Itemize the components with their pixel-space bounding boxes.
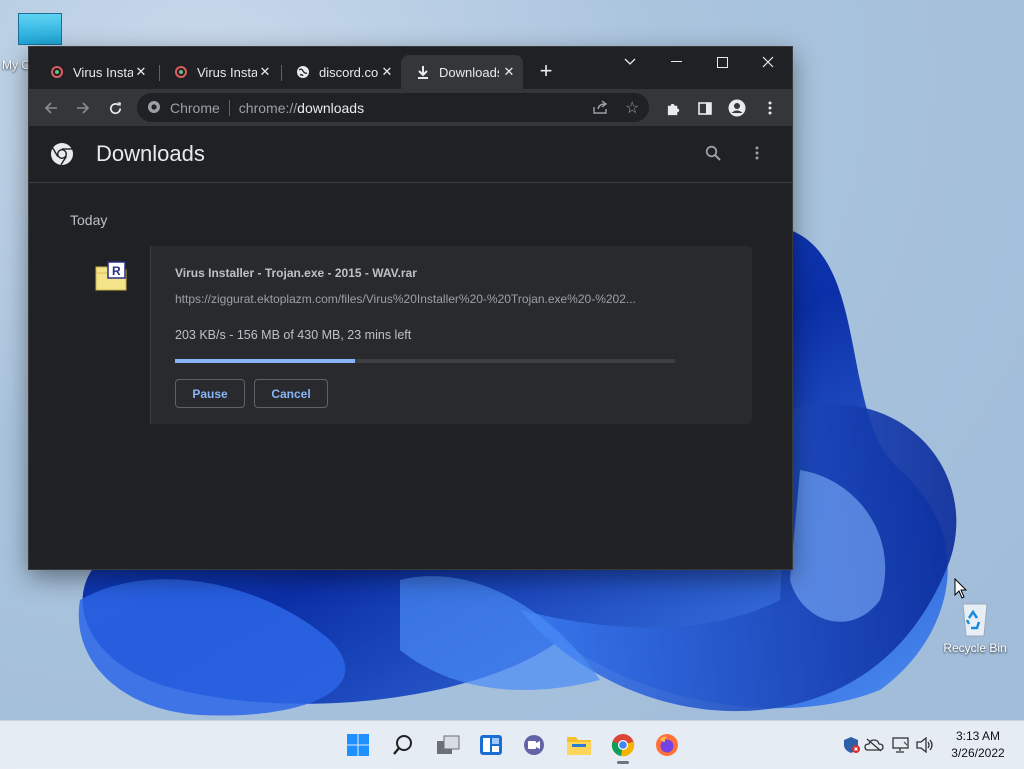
security-icon[interactable] [842, 735, 862, 755]
page-title: Downloads [96, 141, 205, 166]
tab-virus-installer-1[interactable]: Virus Installer ✕ [35, 55, 155, 89]
file-explorer-button[interactable] [561, 729, 597, 761]
desktop-icon-recycle-bin[interactable]: Recycle Bin [940, 598, 1010, 655]
close-tab-icon[interactable]: ✕ [257, 64, 273, 80]
tab-discord[interactable]: discord.com ✕ [281, 55, 401, 89]
browser-toolbar: Chrome chrome://downloads ☆ [29, 89, 792, 126]
download-progress-fill [175, 359, 355, 363]
chrome-logo-icon [50, 142, 74, 171]
search-icon[interactable] [705, 145, 721, 166]
virus-installer-favicon [49, 64, 65, 80]
forward-button[interactable] [69, 94, 97, 122]
close-window-button[interactable] [745, 47, 791, 77]
downloads-header: Downloads [29, 126, 792, 183]
kebab-menu-icon [768, 101, 772, 115]
arrow-right-icon [77, 102, 90, 114]
chrome-icon [611, 734, 635, 757]
minimize-icon [670, 61, 682, 62]
maximize-button[interactable] [699, 47, 745, 77]
close-tab-icon[interactable]: ✕ [133, 64, 149, 80]
address-bar[interactable]: Chrome chrome://downloads ☆ [137, 93, 649, 122]
chrome-window: Virus Installer ✕ Virus Installer ✕ disc… [29, 47, 792, 569]
firefox-icon [656, 734, 678, 756]
system-clock[interactable]: 3:13 AM 3/26/2022 [940, 728, 1016, 762]
tab-title: discord.com [319, 64, 379, 80]
site-chip-label: Chrome [170, 99, 220, 116]
network-icon[interactable] [891, 735, 911, 755]
new-tab-button[interactable]: + [535, 60, 557, 83]
side-panel-icon [698, 101, 712, 115]
volume-icon[interactable] [915, 735, 935, 755]
arrow-left-icon [44, 102, 57, 114]
mouse-cursor [954, 577, 968, 605]
chrome-logo-icon [147, 100, 161, 117]
minimize-button[interactable] [653, 47, 699, 77]
reload-icon [109, 101, 121, 114]
running-indicator [617, 761, 629, 764]
download-filename[interactable]: Virus Installer - Trojan.exe - 2015 - WA… [175, 266, 417, 280]
close-icon [762, 56, 774, 68]
date-section-label: Today [70, 212, 108, 228]
widgets-icon [480, 735, 502, 755]
onedrive-offline-icon[interactable] [864, 735, 884, 755]
tab-title: Downloads [439, 64, 499, 80]
start-button[interactable] [340, 729, 376, 761]
maximize-icon [716, 56, 728, 68]
tab-strip: Virus Installer ✕ Virus Installer ✕ disc… [29, 47, 792, 89]
cancel-button[interactable]: Cancel [254, 379, 328, 408]
chevron-down-icon [624, 58, 636, 65]
desktop-icon-my-computer[interactable]: My C [0, 13, 62, 72]
widgets-button[interactable] [473, 729, 509, 761]
download-progress-bar [175, 359, 675, 363]
pause-button[interactable]: Pause [175, 379, 245, 408]
firefox-button[interactable] [649, 729, 685, 761]
extensions-button[interactable] [659, 94, 687, 122]
share-icon[interactable] [593, 100, 609, 117]
tab-title: Virus Installer [197, 64, 257, 80]
search-button[interactable] [385, 729, 421, 761]
url-scheme: chrome:// [238, 99, 298, 116]
downloads-list: Today R Virus Installer - Trojan.exe - 2… [29, 183, 792, 569]
chrome-taskbar-button[interactable] [605, 729, 641, 764]
search-icon [393, 735, 412, 755]
tab-downloads[interactable]: Downloads ✕ [401, 55, 523, 89]
puzzle-icon [667, 103, 679, 115]
url-path: downloads [297, 99, 365, 116]
globe-icon [295, 64, 311, 80]
clock-date: 3/26/2022 [951, 746, 1005, 760]
close-tab-icon[interactable]: ✕ [379, 64, 395, 80]
close-tab-icon[interactable]: ✕ [501, 64, 517, 80]
task-view-icon [437, 735, 460, 754]
virus-installer-favicon [173, 64, 189, 80]
clock-time: 3:13 AM [955, 729, 1001, 743]
page-menu-icon[interactable] [755, 146, 759, 165]
desktop-icon-label: My C [2, 58, 30, 72]
folder-icon [567, 737, 591, 755]
bookmark-star-icon[interactable]: ☆ [625, 98, 639, 118]
download-icon-column: R [70, 246, 151, 424]
reload-button[interactable] [101, 94, 129, 122]
chat-icon [524, 735, 544, 755]
rar-archive-icon: R [95, 261, 127, 296]
omnibox-divider [228, 99, 230, 116]
download-source-url[interactable]: https://ziggurat.ektoplazm.com/files/Vir… [175, 292, 675, 306]
download-status: 203 KB/s - 156 MB of 430 MB, 23 mins lef… [175, 328, 412, 342]
tab-title: Virus Installer [73, 64, 133, 80]
taskbar: 3:13 AM 3/26/2022 [0, 720, 1024, 769]
download-item: R Virus Installer - Trojan.exe - 2015 - … [70, 246, 752, 424]
tab-search-button[interactable] [607, 47, 653, 77]
download-icon [415, 64, 431, 80]
profile-button[interactable] [723, 94, 751, 122]
desktop-icon-label: Recycle Bin [943, 641, 1007, 655]
monitor-icon [18, 13, 62, 45]
back-button[interactable] [37, 94, 65, 122]
windows-logo-icon [347, 734, 369, 756]
tab-virus-installer-2[interactable]: Virus Installer ✕ [159, 55, 279, 89]
side-panel-button[interactable] [691, 94, 719, 122]
teams-chat-button[interactable] [516, 729, 552, 761]
task-view-button[interactable] [430, 729, 466, 761]
menu-button[interactable] [756, 94, 784, 122]
svg-text:R: R [112, 264, 121, 278]
avatar-icon [728, 99, 746, 117]
